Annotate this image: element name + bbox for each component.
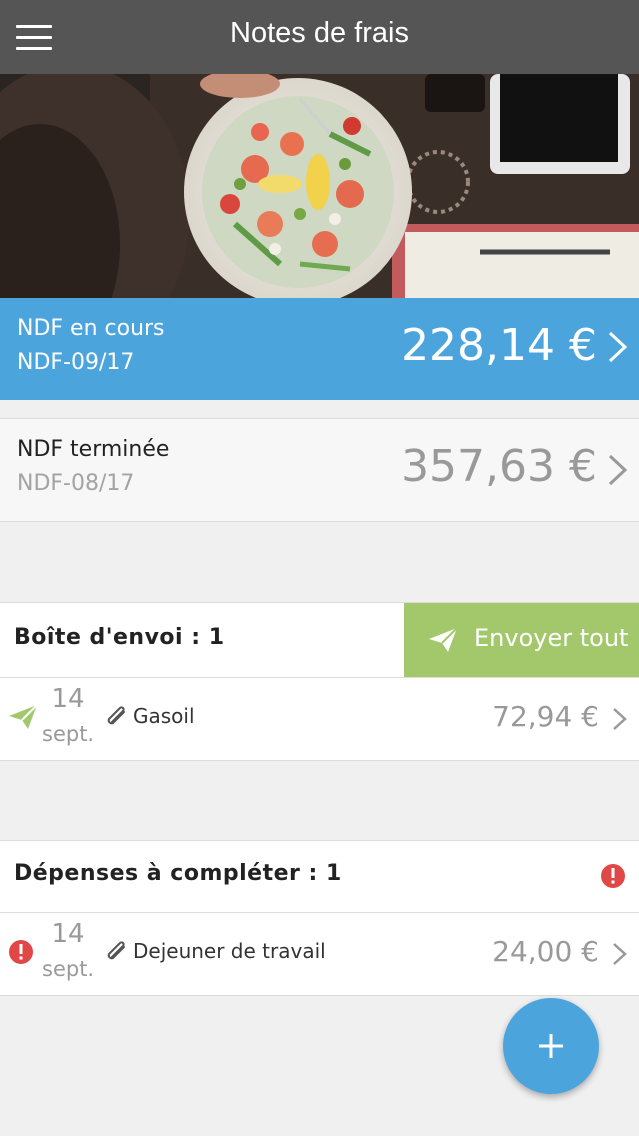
outbox-item-row[interactable]: 14 sept. Gasoil 72,94 €: [0, 678, 639, 761]
to-complete-item-row[interactable]: 14 sept. Dejeuner de travail 24,00 €: [0, 913, 639, 996]
paper-plane-icon: [429, 627, 458, 652]
warning-icon: [601, 864, 625, 888]
outbox-title: Boîte d'envoi : 1: [14, 625, 225, 650]
item-day: 14: [51, 919, 85, 949]
chevron-right-icon: [613, 943, 627, 965]
item-amount: 72,94 €: [492, 700, 599, 733]
item-day: 14: [51, 684, 85, 714]
item-label: Dejeuner de travail: [133, 939, 326, 963]
send-all-button[interactable]: Envoyer tout: [404, 603, 639, 677]
ndf-done-row[interactable]: NDF terminée NDF-08/17 357,63 €: [0, 418, 639, 522]
paper-plane-icon: [9, 704, 38, 729]
paperclip-icon: [107, 941, 125, 960]
ndf-done-label: NDF terminée: [17, 437, 170, 462]
page-title: Notes de frais: [230, 17, 409, 49]
top-bar: Notes de frais: [0, 0, 639, 74]
warning-icon: [9, 940, 33, 964]
item-amount: 24,00 €: [492, 935, 599, 968]
to-complete-section-header: Dépenses à compléter : 1: [0, 840, 639, 913]
item-label: Gasoil: [133, 704, 195, 728]
send-all-label: Envoyer tout: [474, 624, 629, 652]
paperclip-icon: [107, 706, 125, 725]
ndf-current-row[interactable]: NDF en cours NDF-09/17 228,14 €: [0, 298, 639, 400]
item-month: sept.: [42, 722, 95, 746]
chevron-right-icon: [613, 708, 627, 730]
to-complete-title: Dépenses à compléter : 1: [14, 861, 342, 886]
ndf-done-reference: NDF-08/17: [17, 471, 135, 496]
item-month: sept.: [42, 957, 95, 981]
ndf-current-amount: 228,14 €: [401, 320, 597, 371]
add-expense-button[interactable]: [503, 998, 599, 1094]
outbox-section-header: Boîte d'envoi : 1 Envoyer tout: [0, 602, 639, 678]
ndf-done-amount: 357,63 €: [401, 441, 597, 492]
ndf-current-label: NDF en cours: [17, 316, 165, 341]
plus-icon: [539, 1034, 563, 1058]
chevron-right-icon: [608, 331, 628, 363]
banner-food-photo: [0, 74, 639, 298]
chevron-right-icon: [608, 454, 628, 486]
ndf-current-reference: NDF-09/17: [17, 350, 135, 375]
